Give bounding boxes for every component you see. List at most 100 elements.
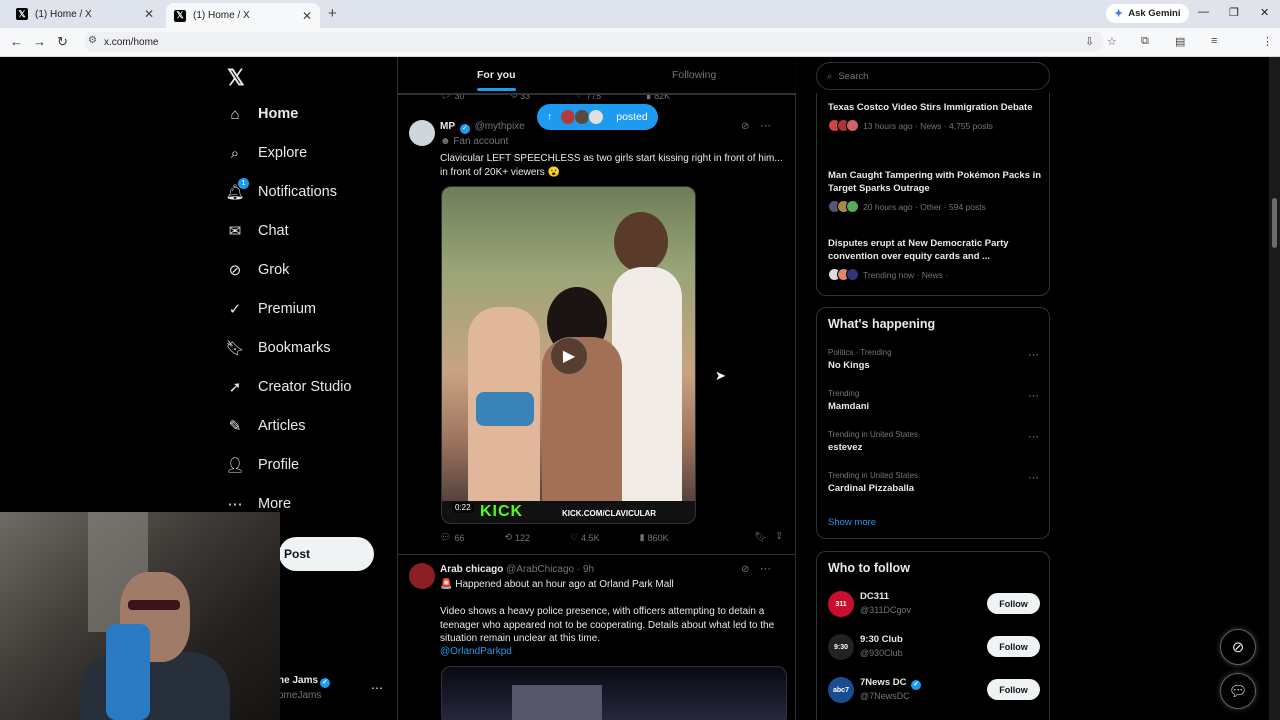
new-posts-pill[interactable]: ↑ posted (537, 104, 658, 130)
tweet-video[interactable]: ▶ KICK KICK.COM/CLAVICULAR 0:22 (441, 186, 696, 524)
tab-title: (1) Home / X (193, 10, 250, 21)
tweet-author-name[interactable]: MP (440, 121, 455, 132)
tweet-more-icon[interactable]: ⋯ (760, 562, 771, 575)
follow-suggestion[interactable]: 9:30 9:30 Club @930Club Follow (828, 632, 1043, 664)
search-input[interactable]: ⌕ Search (816, 62, 1050, 90)
messages-fab-icon[interactable]: 💬︎ (1220, 673, 1256, 709)
forward-icon[interactable]: → (33, 34, 46, 49)
grok-explain-icon[interactable]: ⊘ (741, 564, 749, 575)
trend-more-icon[interactable]: ⋯ (1028, 430, 1039, 443)
nav-bookmarks[interactable]: 🔖︎ Bookmarks (225, 339, 330, 357)
menu-dots-icon[interactable]: ⋮ (1262, 35, 1273, 48)
nav-grok[interactable]: ⊘ Grok (226, 261, 290, 279)
sidepanel-icon[interactable]: ▤ (1175, 35, 1185, 48)
nav-profile[interactable]: 👤︎ Profile (225, 456, 299, 474)
minimize-icon[interactable]: — (1198, 6, 1209, 18)
tweet-mention[interactable]: @OrlandParkpd (440, 645, 790, 659)
account-switcher[interactable]: ne Jams ✓ omeJams (278, 675, 332, 701)
x-favicon-icon: 𝕏 (174, 9, 186, 22)
reload-icon[interactable]: ↻ (57, 34, 68, 50)
x-logo-icon[interactable]: 𝕏 (227, 65, 245, 91)
post-button-label: Post (284, 547, 311, 561)
fan-account-icon: ☻ (440, 136, 454, 147)
ask-gemini-button[interactable]: ✦ Ask Gemini (1106, 4, 1189, 23)
account-avatar[interactable]: 311 (828, 591, 854, 617)
follow-button[interactable]: Follow (987, 593, 1040, 614)
tweet-author-handle[interactable]: @ArabChicago (506, 564, 574, 575)
trend-more-icon[interactable]: ⋯ (1028, 471, 1039, 484)
grok-fab-icon[interactable]: ⊘ (1220, 629, 1256, 665)
follow-suggestion[interactable]: 311 DC311 @311DCgov Follow (828, 589, 1043, 621)
nav-home[interactable]: ⌂ Home (226, 105, 298, 123)
bookmark-icon[interactable]: 🔖︎ (754, 532, 767, 543)
nav-creator-studio[interactable]: ➚ Creator Studio (226, 378, 352, 396)
news-item[interactable]: Texas Costco Video Stirs Immigration Deb… (828, 101, 1043, 132)
bookmark-star-icon[interactable]: ☆ (1107, 35, 1117, 48)
show-more-link[interactable]: Show more (828, 517, 876, 528)
tweet-video[interactable] (441, 666, 787, 720)
trend-item[interactable]: Trending in United States Cardinal Pizza… (828, 471, 1043, 494)
account-avatar[interactable]: 9:30 (828, 634, 854, 660)
grok-explain-icon[interactable]: ⊘ (741, 121, 749, 132)
account-more-icon[interactable]: ⋯ (371, 681, 383, 695)
nav-premium[interactable]: ✓ Premium (226, 300, 316, 318)
play-icon[interactable]: ▶ (550, 337, 588, 375)
news-avatars (828, 200, 859, 213)
video-frame-detail (614, 212, 668, 272)
nav-articles[interactable]: ✎ Articles (226, 417, 306, 435)
tweet-time[interactable]: · 9h (577, 564, 594, 575)
whats-happening-card: What's happening Politics · Trending No … (816, 307, 1050, 539)
tweet-more-icon[interactable]: ⋯ (760, 119, 771, 132)
close-tab-icon[interactable]: ✕ (302, 9, 312, 23)
back-icon[interactable]: ← (10, 34, 23, 49)
like-button[interactable]: ♡ 4.5K (570, 532, 600, 543)
tweet-avatar[interactable] (409, 563, 435, 589)
verified-badge-icon: ✓ (459, 124, 470, 134)
nav-chat[interactable]: ✉ Chat (226, 222, 289, 240)
scrollbar-thumb[interactable] (1272, 198, 1277, 248)
trend-item[interactable]: Trending in United States estevez ⋯ (828, 430, 1043, 453)
browser-tab[interactable]: 𝕏 (1) Home / X ✕ (8, 3, 162, 25)
reply-button[interactable]: 💬︎ 66 (440, 532, 464, 543)
trend-more-icon[interactable]: ⋯ (1028, 348, 1039, 361)
restore-icon[interactable]: ❐ (1229, 6, 1239, 19)
news-item[interactable]: Man Caught Tampering with Pokémon Packs … (828, 169, 1043, 213)
follow-suggestion[interactable]: abc7 7News DC ✓ @7NewsDC Follow (828, 675, 1043, 707)
install-icon[interactable]: ⇩ (1085, 35, 1094, 48)
nav-notifications[interactable]: 🔔︎ 1 Notifications (225, 178, 337, 201)
trend-more-icon[interactable]: ⋯ (1028, 389, 1039, 402)
new-tab-icon[interactable]: + (328, 5, 337, 22)
nav-label: Premium (258, 301, 317, 317)
trend-item[interactable]: Politics · Trending No Kings ⋯ (828, 348, 1043, 371)
share-icon[interactable]: ⇪ (775, 531, 783, 542)
tab-for-you[interactable]: For you (477, 69, 516, 91)
page-scrollbar[interactable] (1269, 57, 1280, 720)
views-button[interactable]: ▮ 860K (640, 532, 669, 543)
follow-button[interactable]: Follow (987, 636, 1040, 657)
post-button[interactable]: Post (279, 537, 374, 571)
nav-label: More (258, 496, 292, 512)
account-avatar[interactable]: abc7 (828, 677, 854, 703)
close-window-icon[interactable]: ✕ (1260, 6, 1269, 19)
trend-item[interactable]: Trending Mamdani ⋯ (828, 389, 1043, 412)
account-handle: @930Club (860, 648, 903, 658)
close-tab-icon[interactable]: ✕ (144, 7, 154, 21)
repost-button[interactable]: ⟲ 122 (504, 532, 530, 543)
nav-explore[interactable]: ⌕ Explore (226, 144, 307, 162)
url-field[interactable]: ⚙ x.com/home (84, 32, 1104, 52)
tab-following[interactable]: Following (672, 69, 716, 81)
media-icon[interactable]: ≡ (1211, 35, 1217, 47)
tweet-author-handle[interactable]: @mythpixe (475, 121, 525, 132)
follow-button[interactable]: Follow (987, 679, 1040, 700)
extensions-icon[interactable]: ⧉ (1141, 35, 1149, 48)
browser-tab-active[interactable]: 𝕏 (1) Home / X ✕ (166, 3, 320, 28)
news-item[interactable]: Disputes erupt at New Democratic Party c… (828, 237, 1043, 281)
browser-tab-strip: 𝕏 (1) Home / X ✕ 𝕏 (1) Home / X ✕ + ✦ As… (0, 0, 1280, 28)
video-frame-detail (476, 392, 534, 426)
tweet-text-body: Video shows a heavy police presence, wit… (440, 606, 775, 644)
nav-more[interactable]: ⋯ More (226, 495, 292, 513)
divider (398, 554, 796, 555)
site-info-icon[interactable]: ⚙ (88, 35, 97, 46)
tweet-author-name[interactable]: Arab chicago (440, 564, 503, 575)
tweet-avatar[interactable] (409, 120, 435, 146)
